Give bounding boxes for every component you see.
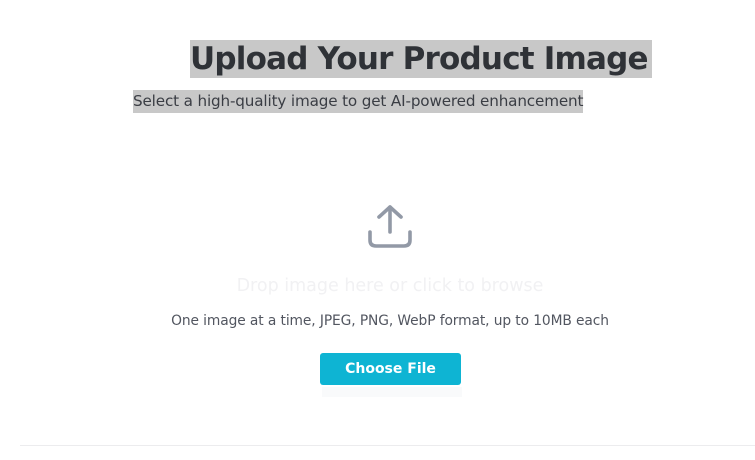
divider xyxy=(20,445,755,446)
choose-file-button[interactable]: Choose File xyxy=(320,353,461,385)
page-title: Upload Your Product Image xyxy=(190,40,652,78)
page-subtitle: Select a high-quality image to get AI-po… xyxy=(133,90,583,113)
file-requirements-hint: One image at a time, JPEG, PNG, WebP for… xyxy=(171,313,609,329)
button-shadow xyxy=(322,387,462,397)
drop-prompt: Drop image here or click to browse xyxy=(236,276,544,296)
upload-icon xyxy=(368,205,412,248)
upload-page: Upload Your Product Image Select a high-… xyxy=(0,0,755,460)
